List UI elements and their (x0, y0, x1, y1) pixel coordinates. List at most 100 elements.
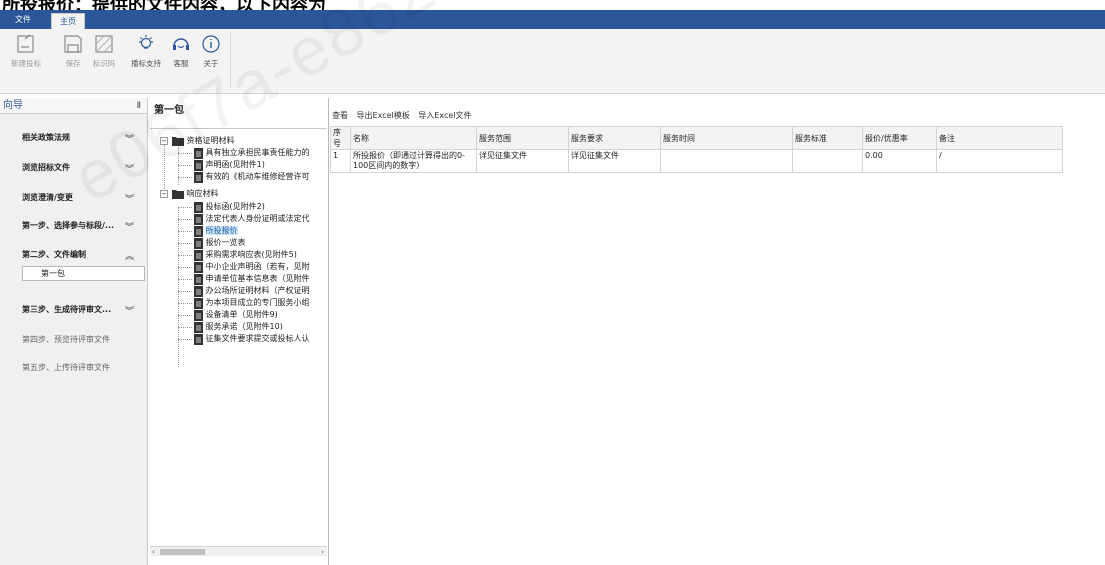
wizard-item-label: 第一步、选择参与标段/... (22, 221, 115, 230)
wizard-subitem-package1[interactable]: 第一包 (22, 266, 145, 281)
column-header[interactable]: 名称 (350, 126, 477, 150)
scroll-right-icon[interactable]: › (321, 547, 324, 556)
column-header[interactable]: 服务时间 (660, 126, 793, 150)
column-header[interactable]: 备注 (936, 126, 1063, 150)
document-tree: − 资格证明材料 具有独立承担民事责任能力的 声明函(见附件1) 有效的《机动车… (150, 128, 327, 556)
chevron-down-icon[interactable]: ︾ (125, 192, 134, 205)
chevron-up-icon[interactable]: ︽ (125, 249, 134, 262)
table-cell[interactable] (792, 149, 863, 173)
tree-node[interactable]: 具有独立承担民事责任能力的 (194, 147, 310, 159)
tree-group-label: 响应材料 (186, 189, 219, 198)
about-button[interactable]: 关于 (198, 33, 224, 73)
tab-home[interactable]: 主页 (51, 13, 85, 29)
support-label: 播标支持 (131, 59, 161, 68)
document-icon (194, 285, 203, 297)
tree-node-label: 办公场所证明材料（产权证明 (205, 286, 310, 295)
new-document-icon (17, 34, 34, 53)
save-label: 保存 (65, 59, 81, 68)
tree-group-label: 资格证明材料 (186, 136, 235, 145)
tree-node-selected[interactable]: 所投报价 (194, 225, 238, 237)
tree-node-label: 有效的《机动车维修经营许可 (205, 172, 310, 181)
column-header[interactable]: 服务标准 (792, 126, 863, 150)
scrollbar-thumb[interactable] (160, 549, 205, 555)
mark-code-button[interactable]: 标识码 (88, 33, 120, 73)
wizard-item-step3[interactable]: 第三步、生成待评审文... ︾ (22, 304, 140, 317)
collapse-toggle[interactable]: − (160, 190, 168, 198)
wizard-item-step2[interactable]: 第二步、文件编制 ︽ (22, 249, 140, 262)
wizard-item-label: 第五步、上传待评审文件 (22, 363, 110, 372)
table-cell[interactable]: 所投报价（即通过计算得出的0-100区间内的数字） (350, 149, 477, 173)
pin-icon[interactable]: Ⅱ (137, 98, 141, 114)
tree-node[interactable]: 服务承诺（见附件10) (194, 321, 283, 333)
tree-node-label: 设备清单（见附件9) (205, 310, 278, 319)
document-icon (194, 273, 203, 285)
column-header[interactable]: 服务范围 (476, 126, 569, 150)
collapse-toggle[interactable]: − (160, 137, 168, 145)
document-icon (194, 213, 203, 225)
tree-node[interactable]: 投标函(见附件2) (194, 201, 265, 213)
tab-file[interactable]: 文件 (6, 10, 40, 29)
tree-node[interactable]: 有效的《机动车维修经营许可 (194, 171, 310, 183)
chevron-down-icon[interactable]: ︾ (125, 132, 134, 145)
tree-group-response[interactable]: 响应材料 (172, 188, 219, 200)
document-icon (194, 261, 203, 273)
chevron-down-icon[interactable]: ︾ (125, 162, 134, 175)
ribbon: 新建投标 保存 标识码 播标支持 客服 关于 (0, 29, 1105, 94)
column-header[interactable]: 报价/优惠率 (862, 126, 937, 150)
new-bid-button[interactable]: 新建投标 (4, 33, 48, 73)
tree-node[interactable]: 中小企业声明函（若有，见附 (194, 261, 310, 273)
wizard-item-clarification[interactable]: 浏览澄清/变更 ︾ (22, 192, 140, 205)
table-cell[interactable] (660, 149, 793, 173)
wizard-item-label: 相关政策法规 (22, 133, 70, 142)
table-row[interactable]: 1 所投报价（即通过计算得出的0-100区间内的数字） 详见征集文件 详见征集文… (330, 149, 1063, 173)
wizard-title: 向导 (3, 100, 23, 111)
grid-toolbar: 查看 导出Excel模板 导入Excel文件 (332, 110, 478, 122)
chevron-down-icon[interactable]: ︾ (125, 304, 134, 317)
tree-node[interactable]: 办公场所证明材料（产权证明 (194, 285, 310, 297)
table-cell[interactable]: 1 (330, 149, 351, 173)
tree-node-label: 服务承诺（见附件10) (205, 322, 283, 331)
view-button[interactable]: 查看 (332, 111, 348, 120)
tree-node-label: 报价一览表 (205, 238, 246, 247)
import-excel-button[interactable]: 导入Excel文件 (418, 111, 471, 120)
tree-node[interactable]: 为本项目成立的专门服务小组 (194, 297, 310, 309)
tree-node[interactable]: 申请单位基本信息表（见附件 (194, 273, 310, 285)
tree-node-label: 投标函(见附件2) (205, 202, 265, 211)
table-cell[interactable]: 详见征集文件 (476, 149, 569, 173)
column-header[interactable]: 服务要求 (568, 126, 661, 150)
scroll-left-icon[interactable]: ‹ (152, 547, 155, 556)
wizard-item-policy[interactable]: 相关政策法规 ︾ (22, 132, 140, 145)
wizard-item-label: 第三步、生成待评审文... (22, 305, 112, 314)
wizard-item-step5[interactable]: 第五步、上传待评审文件 (22, 362, 140, 373)
service-button[interactable]: 客服 (168, 33, 194, 73)
support-button[interactable]: 播标支持 (128, 33, 164, 73)
table-header-row: 序号 名称 服务范围 服务要求 服务时间 服务标准 报价/优惠率 备注 (330, 126, 1063, 150)
table-cell[interactable]: / (936, 149, 1063, 173)
tree-node[interactable]: 采购需求响应表(见附件5) (194, 249, 297, 261)
wizard-item-step1[interactable]: 第一步、选择参与标段/... ︾ (22, 220, 140, 233)
tree-node[interactable]: 法定代表人身份证明或法定代 (194, 213, 310, 225)
table-cell[interactable]: 0.00 (862, 149, 937, 173)
wizard-item-label: 第四步、预览待评审文件 (22, 335, 110, 344)
new-bid-label: 新建投标 (11, 59, 41, 68)
tree-node[interactable]: 征集文件要求提交或投标人认 (194, 333, 310, 345)
tree-node[interactable]: 报价一览表 (194, 237, 246, 249)
ribbon-tab-bar: 文件 主页 (0, 10, 1105, 29)
column-header[interactable]: 序号 (330, 126, 351, 150)
tree-group-qualification[interactable]: 资格证明材料 (172, 135, 235, 147)
save-button[interactable]: 保存 (58, 33, 88, 73)
tree-connector (178, 177, 192, 178)
tree-node-label: 具有独立承担民事责任能力的 (205, 148, 310, 157)
ribbon-separator (230, 33, 231, 88)
wizard-item-browse-tender[interactable]: 浏览招标文件 ︾ (22, 162, 140, 175)
tree-node[interactable]: 设备清单（见附件9) (194, 309, 278, 321)
chevron-down-icon[interactable]: ︾ (125, 220, 134, 233)
tree-node-label: 征集文件要求提交或投标人认 (205, 334, 310, 343)
wizard-item-step4[interactable]: 第四步、预览待评审文件 (22, 334, 140, 345)
table-cell[interactable]: 详见征集文件 (568, 149, 661, 173)
horizontal-scrollbar[interactable]: ‹ › (150, 546, 327, 556)
tree-node[interactable]: 声明函(见附件1) (194, 159, 265, 171)
export-excel-template-button[interactable]: 导出Excel模板 (357, 111, 410, 120)
folder-icon (172, 190, 184, 199)
tree-node-label: 申请单位基本信息表（见附件 (205, 274, 310, 283)
